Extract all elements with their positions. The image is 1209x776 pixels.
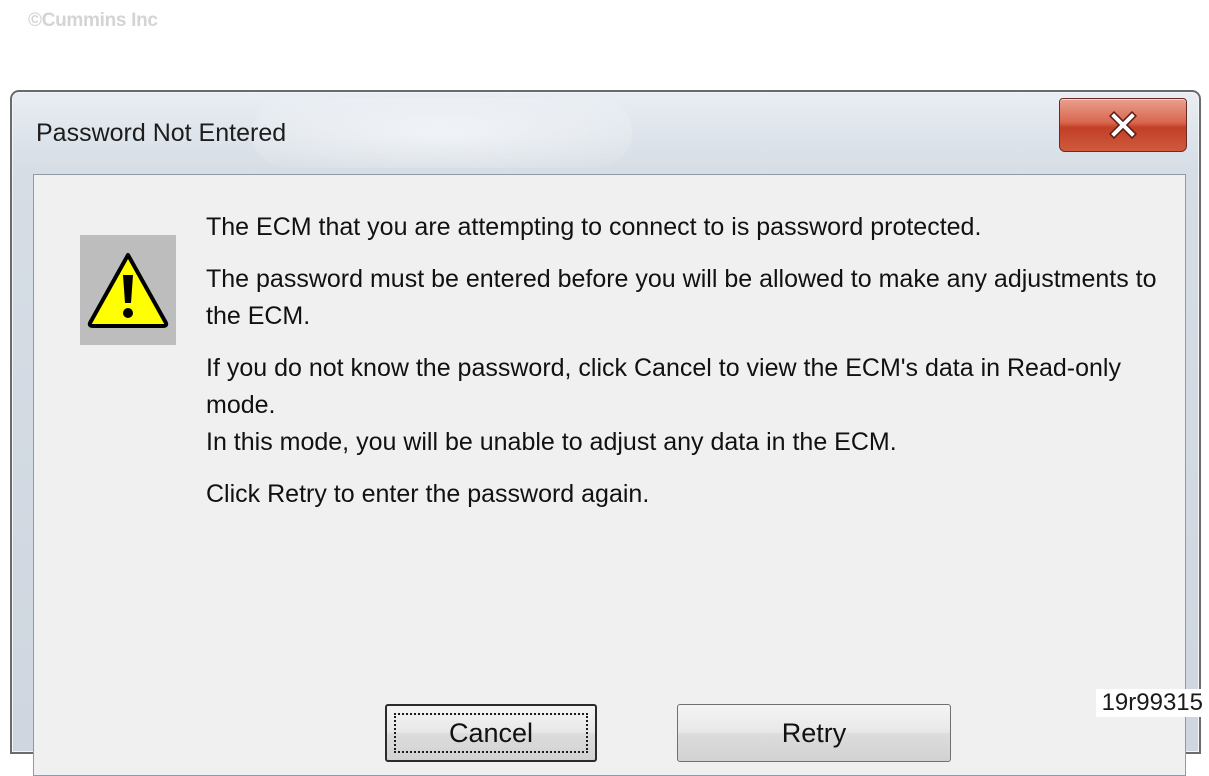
- dialog-window: Password Not Entered The ECM that you ar…: [10, 90, 1201, 776]
- copyright-watermark: ©Cummins Inc: [28, 10, 158, 31]
- message-line-unable-adjust: In this mode, you will be unable to adju…: [206, 428, 897, 456]
- warning-icon: [87, 253, 169, 328]
- close-x-icon: [1109, 111, 1137, 139]
- dialog-title: Password Not Entered: [36, 119, 287, 147]
- dialog-message: The ECM that you are attempting to conne…: [206, 209, 1181, 513]
- dialog-content: The ECM that you are attempting to conne…: [33, 174, 1186, 776]
- focus-ring: [394, 713, 588, 753]
- retry-button-label: Retry: [781, 717, 847, 748]
- cancel-button[interactable]: Cancel: [385, 704, 597, 762]
- figure-id: 19r99315: [1095, 689, 1203, 717]
- message-line-read-only: If you do not know the password, click C…: [206, 354, 1121, 419]
- message-line-retry: Click Retry to enter the password again.: [206, 480, 650, 508]
- message-line-protected: The ECM that you are attempting to conne…: [206, 213, 982, 241]
- retry-button[interactable]: Retry: [677, 704, 951, 762]
- message-line-password-required: The password must be entered before you …: [206, 265, 1157, 330]
- warning-icon-tile: [80, 235, 176, 345]
- close-button[interactable]: [1059, 98, 1187, 152]
